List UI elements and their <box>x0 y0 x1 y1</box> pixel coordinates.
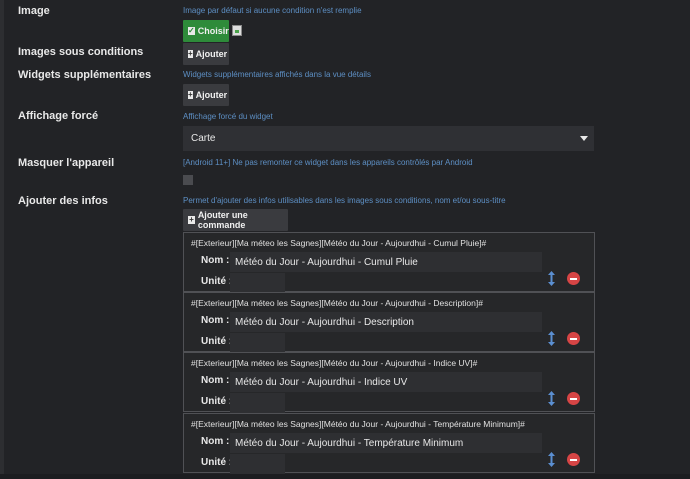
display-select-value: Carte <box>191 133 216 144</box>
add-widget-button[interactable]: + Ajouter <box>183 84 229 106</box>
infos-help: Permet d'ajouter des infos utilisables d… <box>183 196 506 205</box>
info-card: #[Exterieur][Ma méteo les Sagnes][Météo … <box>183 292 595 353</box>
remove-info-button[interactable] <box>567 332 580 345</box>
info-card: #[Exterieur][Ma méteo les Sagnes][Météo … <box>183 413 595 474</box>
unit-label: Unité : <box>201 396 233 407</box>
unit-field[interactable] <box>230 333 285 353</box>
choose-image-button-label: Choisir <box>197 26 229 36</box>
widgets-help: Widgets supplémentaires affichés dans la… <box>183 70 371 79</box>
display-select[interactable]: Carte <box>183 126 594 151</box>
hide-device-label: Masquer l'appareil <box>18 157 115 169</box>
name-label: Nom : <box>201 255 230 266</box>
name-label: Nom : <box>201 315 230 326</box>
left-edge <box>0 0 4 479</box>
check-icon: ✓ <box>188 26 195 35</box>
info-command: #[Exterieur][Ma méteo les Sagnes][Météo … <box>191 419 525 429</box>
images-conditions-label: Images sous conditions <box>18 46 144 58</box>
unit-label: Unité : <box>201 336 233 347</box>
plus-icon: + <box>188 49 193 58</box>
infos-label: Ajouter des infos <box>18 195 108 207</box>
name-field[interactable]: Météo du Jour - Aujourdhui - Description <box>230 312 542 332</box>
add-image-condition-button[interactable]: + Ajouter <box>183 43 229 65</box>
unit-field[interactable] <box>230 393 285 413</box>
info-card: #[Exterieur][Ma méteo les Sagnes][Météo … <box>183 232 595 293</box>
remove-info-button[interactable] <box>567 272 580 285</box>
plus-icon: + <box>188 90 193 99</box>
image-preview <box>232 25 242 36</box>
name-field[interactable]: Météo du Jour - Aujourdhui - Indice UV <box>230 372 542 392</box>
info-command: #[Exterieur][Ma méteo les Sagnes][Météo … <box>191 358 478 368</box>
hide-device-checkbox[interactable] <box>183 175 193 185</box>
remove-info-button[interactable] <box>567 392 580 405</box>
reorder-arrows-icon[interactable] <box>547 271 556 286</box>
plus-icon: + <box>188 215 195 224</box>
reorder-arrows-icon[interactable] <box>547 452 556 467</box>
bottom-strip <box>0 474 690 479</box>
name-label: Nom : <box>201 436 230 447</box>
reorder-arrows-icon[interactable] <box>547 331 556 346</box>
unit-field[interactable] <box>230 273 285 293</box>
display-help: Affichage forcé du widget <box>183 112 273 121</box>
add-image-condition-label: Ajouter <box>195 49 228 59</box>
unit-label: Unité : <box>201 276 233 287</box>
chevron-down-icon <box>580 136 588 141</box>
info-card: #[Exterieur][Ma méteo les Sagnes][Météo … <box>183 352 595 413</box>
image-help: Image par défaut si aucune condition n'e… <box>183 6 362 15</box>
hide-device-help: [Android 11+] Ne pas remonter ce widget … <box>183 158 473 167</box>
remove-info-button[interactable] <box>567 453 580 466</box>
add-command-button[interactable]: + Ajouter une commande <box>183 209 288 231</box>
display-label: Affichage forcé <box>18 110 99 122</box>
image-label: Image <box>18 5 50 17</box>
widgets-label: Widgets supplémentaires <box>18 69 152 81</box>
name-field[interactable]: Météo du Jour - Aujourdhui - Température… <box>230 433 542 453</box>
unit-label: Unité : <box>201 457 233 468</box>
unit-field[interactable] <box>230 454 285 474</box>
info-command: #[Exterieur][Ma méteo les Sagnes][Météo … <box>191 298 483 308</box>
info-command: #[Exterieur][Ma méteo les Sagnes][Météo … <box>191 238 487 248</box>
reorder-arrows-icon[interactable] <box>547 391 556 406</box>
name-field[interactable]: Météo du Jour - Aujourdhui - Cumul Pluie <box>230 252 542 272</box>
add-command-label: Ajouter une commande <box>197 210 248 230</box>
choose-image-button[interactable]: ✓ Choisir <box>183 20 229 42</box>
name-label: Nom : <box>201 375 230 386</box>
add-widget-label: Ajouter <box>195 90 228 100</box>
